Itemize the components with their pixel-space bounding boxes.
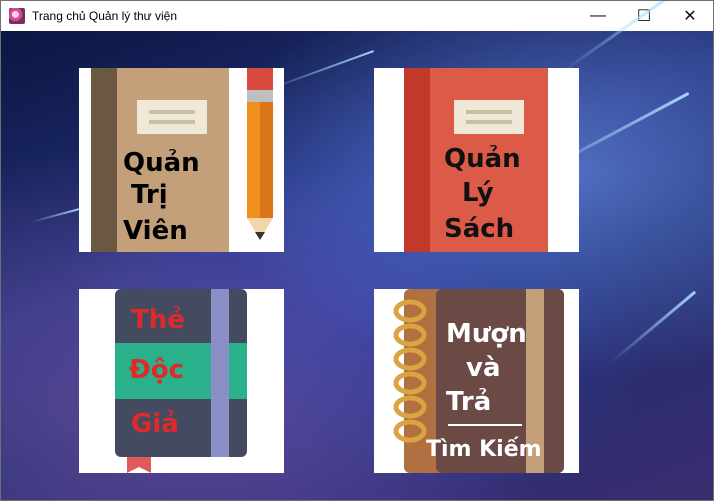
meteor-streak [610, 290, 697, 364]
tile-label-line: Mượn [446, 319, 527, 349]
tile-label-line: Lý [462, 178, 494, 208]
borrow-return-tile-button[interactable]: Mượn và Trả Tìm Kiếm [374, 289, 579, 473]
tile-label-line: Trả [446, 387, 492, 417]
tile-label-line: Thẻ [131, 305, 185, 335]
app-window: Trang chủ Quản lý thư viện — ☐ ✕ Quản Tr… [0, 0, 714, 501]
tile-label-line: Sách [444, 214, 515, 244]
search-label: Tìm Kiếm [426, 437, 542, 462]
tile-label-line: và [466, 353, 501, 383]
minimize-button[interactable]: — [575, 1, 621, 31]
tile-label-line: Viên [123, 216, 188, 246]
readers-tile-button[interactable]: Thẻ Độc Giả [79, 289, 284, 473]
tile-label-line: Độc [129, 355, 185, 385]
window-title: Trang chủ Quản lý thư viện [32, 9, 177, 23]
tile-label-line: Quản [444, 144, 521, 174]
background-sky: Quản Trị Viên Quản Lý Sách Thẻ Độc Giả M… [1, 1, 713, 500]
tile-label-line: Giả [131, 409, 179, 439]
admin-tile-button[interactable]: Quản Trị Viên [79, 68, 284, 252]
tile-label-line: Trị [131, 180, 168, 210]
meteor-streak [30, 208, 80, 223]
tile-label-line: Quản [123, 148, 200, 178]
flower-app-icon [9, 8, 25, 24]
title-bar[interactable]: Trang chủ Quản lý thư viện — ☐ ✕ [1, 1, 713, 31]
books-tile-button[interactable]: Quản Lý Sách [374, 68, 579, 252]
close-button[interactable]: ✕ [667, 1, 713, 31]
